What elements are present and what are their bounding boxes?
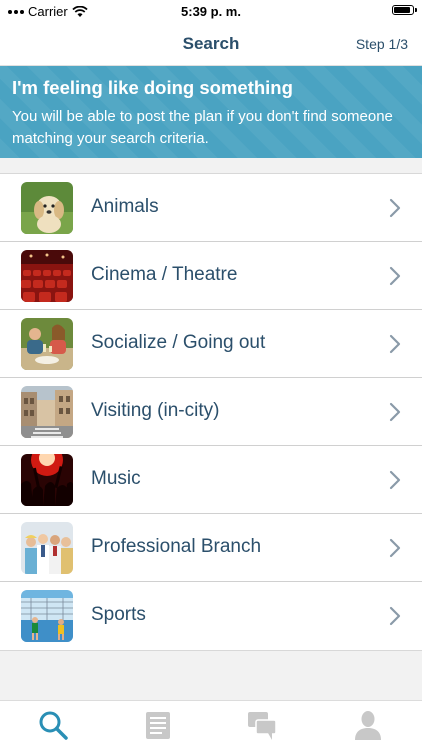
banner-title: I'm feeling like doing something (12, 77, 293, 98)
category-item[interactable]: Professional Branch (0, 514, 422, 582)
category-item[interactable]: Cinema / Theatre (0, 242, 422, 310)
category-label: Music (91, 468, 141, 489)
battery-icon (392, 5, 417, 15)
tab-messages[interactable] (246, 709, 278, 741)
banner-text: You will be able to post the plan if you… (12, 108, 393, 147)
category-list: Animals Cinema / Theatre Socialize / Going… (0, 173, 422, 651)
battery-level (394, 7, 411, 13)
category-label: Socialize / Going out (91, 332, 266, 353)
chevron-right-icon (389, 334, 401, 354)
chevron-right-icon (389, 606, 401, 626)
category-item[interactable]: Sports (0, 582, 422, 650)
category-label: Sports (91, 604, 146, 625)
chevron-right-icon (389, 470, 401, 490)
tab-plans[interactable] (142, 709, 174, 741)
person-icon (355, 711, 381, 740)
category-item[interactable]: Music (0, 446, 422, 514)
chevron-right-icon (389, 266, 401, 286)
tab-search[interactable] (37, 709, 69, 741)
category-item[interactable]: Visiting (in-city) (0, 378, 422, 446)
category-label: Visiting (in-city) (91, 400, 220, 421)
search-icon (39, 711, 68, 740)
chevron-right-icon (389, 402, 401, 422)
info-banner: I'm feeling like doing something You wil… (0, 66, 422, 158)
category-item[interactable]: Animals (0, 174, 422, 242)
category-label: Animals (91, 196, 159, 217)
category-item[interactable]: Socialize / Going out (0, 310, 422, 378)
city-street-photo (21, 386, 73, 438)
professionals-photo (21, 522, 73, 574)
category-label: Cinema / Theatre (91, 264, 238, 285)
tennis-court-photo (21, 590, 73, 642)
navigation-bar: Search Step 1/3 (0, 22, 422, 66)
chevron-right-icon (389, 198, 401, 218)
category-label: Professional Branch (91, 536, 262, 557)
puppy-photo (21, 182, 73, 234)
tab-profile[interactable] (352, 709, 384, 741)
chat-icon (248, 712, 277, 740)
friends-dining-photo (21, 318, 73, 370)
document-icon (146, 712, 170, 739)
tab-bar (0, 700, 422, 751)
concert-crowd-photo (21, 454, 73, 506)
status-bar: Carrier 5:39 p. m. (0, 0, 422, 22)
status-time: 5:39 p. m. (181, 4, 241, 19)
step-indicator: Step 1/3 (355, 36, 408, 52)
theater-seats-photo (21, 250, 73, 302)
chevron-right-icon (389, 538, 401, 558)
